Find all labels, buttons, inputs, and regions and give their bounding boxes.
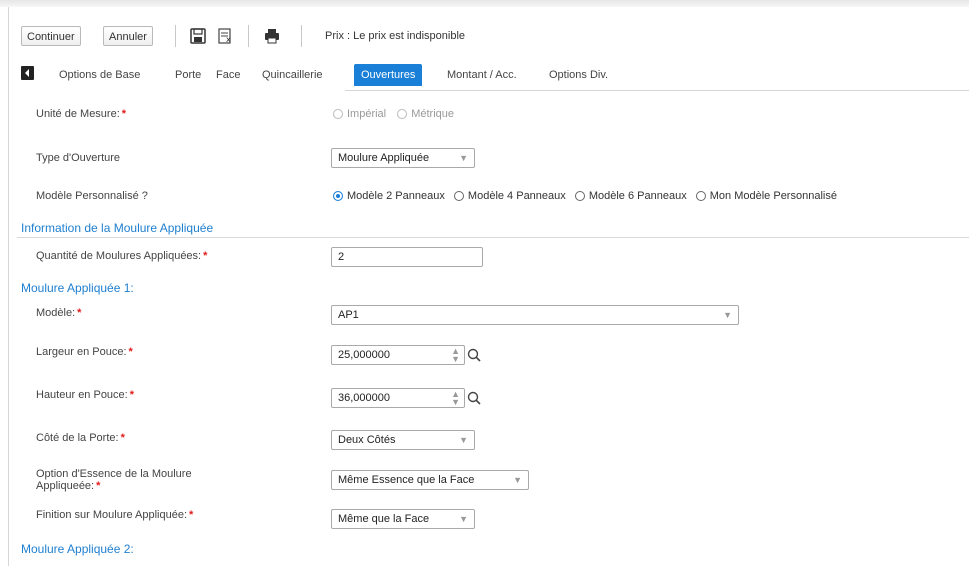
chevron-down-icon: ▼ — [723, 310, 732, 320]
custom-model-radio-group: Modèle 2 Panneaux Modèle 4 Panneaux Modè… — [333, 190, 837, 202]
save-icon[interactable] — [190, 27, 206, 45]
radio-metric-label: Métrique — [411, 108, 454, 120]
back-icon[interactable] — [21, 66, 34, 80]
opening-type-label: Type d'Ouverture — [36, 152, 121, 164]
opening-type-value: Moulure Appliquée — [338, 152, 430, 164]
width-input[interactable]: 25,000000 ▲ ▼ — [331, 345, 465, 365]
finish-value: Même que la Face — [338, 513, 430, 525]
model-label: Modèle: * — [36, 307, 81, 319]
radio-model-4-panels-label: Modèle 4 Panneaux — [467, 190, 566, 202]
radio-imperial[interactable] — [333, 109, 343, 119]
required-marker: * — [128, 346, 133, 358]
height-value: 36,000000 — [338, 392, 390, 404]
toolbar: Continuer Annuler x Prix : Le prix est i… — [9, 7, 969, 49]
required-marker: * — [189, 509, 194, 521]
door-side-select[interactable]: Deux Côtés ▼ — [331, 430, 475, 450]
finish-label-text: Finition sur Moulure Appliquée: — [36, 509, 188, 521]
tab-openings[interactable]: Ouvertures — [354, 64, 423, 86]
model-label-text: Modèle: — [36, 307, 76, 319]
spinner-icon[interactable]: ▲ ▼ — [451, 347, 460, 364]
section-title-molding-2: Moulure Appliquée 2: — [21, 542, 134, 556]
tab-frame-accessories[interactable]: Montant / Acc. — [447, 69, 517, 81]
chevron-down-icon: ▼ — [459, 514, 468, 524]
qty-input[interactable]: 2 — [331, 247, 483, 267]
print-icon[interactable] — [263, 27, 281, 45]
section-divider — [17, 237, 969, 238]
unit-label-text: Unité de Mesure: — [36, 108, 120, 120]
radio-model-6-panels[interactable] — [574, 191, 585, 201]
radio-model-6-panels-label: Modèle 6 Panneaux — [588, 190, 687, 202]
model-select[interactable]: AP1 ▼ — [331, 305, 739, 325]
essence-label: Option d'Essence de la Moulure Appliqueé… — [36, 468, 192, 492]
tab-door[interactable]: Porte — [175, 69, 201, 81]
essence-select[interactable]: Même Essence que la Face ▼ — [331, 470, 529, 490]
toolbar-separator — [248, 25, 249, 47]
radio-my-custom-model-label: Mon Modèle Personnalisé — [709, 190, 837, 202]
radio-imperial-label: Impérial — [347, 108, 387, 120]
unit-radio-group: Impérial Métrique — [333, 108, 454, 120]
tab-hardware[interactable]: Quincaillerie — [262, 69, 323, 81]
export-excel-icon[interactable]: x — [217, 27, 235, 45]
radio-my-custom-model[interactable] — [695, 191, 706, 201]
width-label-text: Largeur en Pouce: — [36, 346, 127, 358]
door-side-value: Deux Côtés — [338, 434, 396, 446]
width-label: Largeur en Pouce: * — [36, 346, 133, 358]
qty-label-text: Quantité de Moulures Appliquées: — [36, 250, 202, 262]
section-title-info: Information de la Moulure Appliquée — [21, 221, 214, 235]
required-marker: * — [77, 307, 82, 319]
unit-label: Unité de Mesure: * — [36, 108, 126, 120]
qty-label: Quantité de Moulures Appliquées: * — [36, 250, 207, 262]
radio-model-4-panels[interactable] — [453, 191, 464, 201]
chevron-down-icon: ▼ — [513, 475, 522, 485]
width-value: 25,000000 — [338, 349, 390, 361]
height-label: Hauteur en Pouce: * — [36, 389, 134, 401]
price-status: Prix : Le prix est indisponible — [325, 30, 466, 42]
tab-misc-options[interactable]: Options Div. — [549, 69, 608, 81]
required-marker: * — [120, 432, 125, 444]
configurator-panel: Continuer Annuler x Prix : Le prix est i… — [8, 7, 969, 566]
search-icon[interactable] — [467, 348, 481, 362]
essence-label-line1: Option d'Essence de la Moulure — [36, 468, 192, 480]
tab-base-options[interactable]: Options de Base — [59, 69, 140, 81]
model-value: AP1 — [338, 309, 359, 321]
section-title-molding-1: Moulure Appliquée 1: — [21, 281, 134, 295]
door-side-label: Côté de la Porte: * — [36, 432, 125, 444]
essence-label-line2: Appliqueée: — [36, 480, 95, 492]
height-label-text: Hauteur en Pouce: — [36, 389, 128, 401]
tab-face[interactable]: Face — [216, 69, 240, 81]
finish-select[interactable]: Même que la Face ▼ — [331, 509, 475, 529]
svg-text:x: x — [226, 35, 231, 44]
radio-metric[interactable] — [397, 109, 408, 119]
custom-model-label: Modèle Personnalisé ? — [36, 190, 148, 202]
search-icon[interactable] — [467, 391, 481, 405]
required-marker: * — [121, 108, 127, 120]
tab-underline — [345, 90, 969, 91]
window-top-edge — [0, 0, 969, 7]
chevron-down-icon: ▼ — [459, 153, 468, 163]
cancel-button[interactable]: Annuler — [103, 26, 153, 46]
essence-value: Même Essence que la Face — [338, 474, 475, 486]
chevron-down-icon: ▼ — [459, 435, 468, 445]
tab-bar: Options de Base Porte Face Quincaillerie… — [9, 64, 969, 90]
toolbar-separator — [301, 25, 302, 47]
door-side-label-text: Côté de la Porte: — [36, 432, 119, 444]
radio-model-2-panels[interactable] — [333, 191, 343, 201]
required-marker: * — [96, 480, 101, 492]
required-marker: * — [129, 389, 135, 401]
opening-type-select[interactable]: Moulure Appliquée ▼ — [331, 148, 475, 168]
required-marker: * — [203, 250, 208, 262]
height-input[interactable]: 36,000000 ▲ ▼ — [331, 388, 465, 408]
radio-model-2-panels-label: Modèle 2 Panneaux — [347, 190, 445, 202]
continue-button[interactable]: Continuer — [21, 26, 81, 46]
spinner-icon[interactable]: ▲ ▼ — [451, 390, 460, 407]
finish-label: Finition sur Moulure Appliquée: * — [36, 509, 193, 521]
toolbar-separator — [175, 25, 176, 47]
